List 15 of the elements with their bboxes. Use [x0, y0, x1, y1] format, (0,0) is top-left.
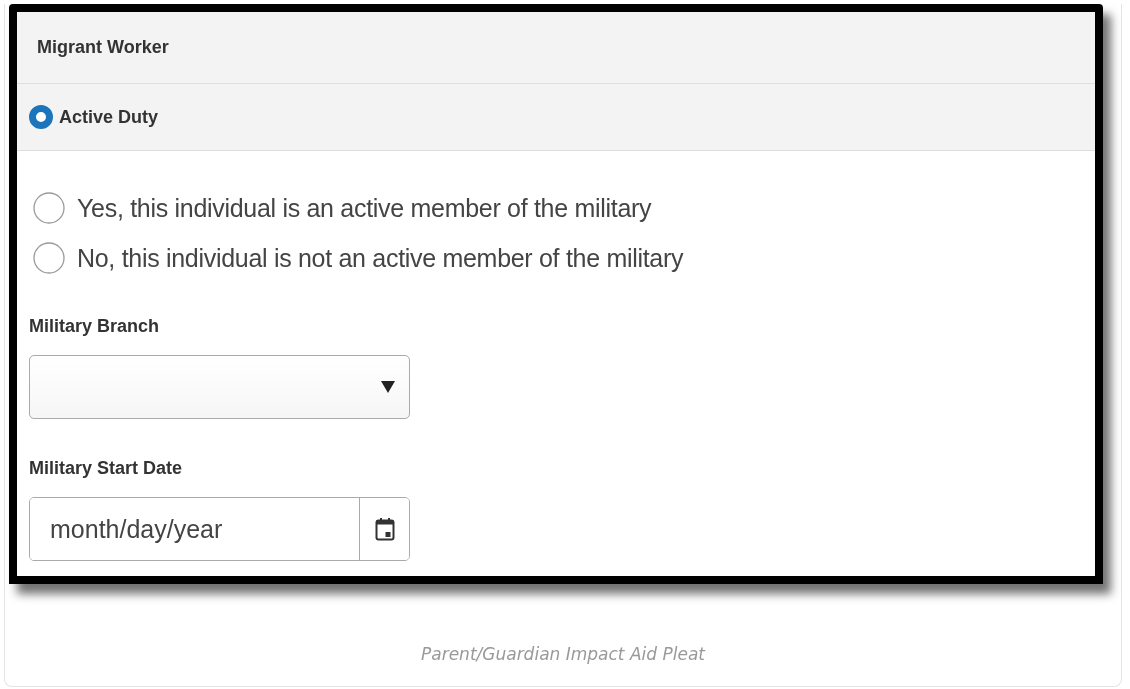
figure-caption: Parent/Guardian Impact Aid Pleat [421, 644, 705, 664]
calendar-button[interactable] [359, 498, 409, 560]
radio-label: Yes, this individual is an active member of the military [77, 193, 652, 223]
calendar-icon [374, 517, 395, 541]
date-field[interactable]: month/day/year [29, 497, 410, 561]
section-heading: Active Duty [59, 106, 159, 128]
radio-button[interactable] [33, 242, 65, 274]
radio-button[interactable] [29, 105, 53, 129]
radio-button[interactable] [33, 192, 65, 224]
caret-icon [381, 381, 395, 393]
radio-label: No, this individual is not an active member of the military [77, 243, 684, 273]
field-label: Military Branch [29, 315, 161, 338]
section-heading: Migrant Worker [37, 37, 169, 58]
field-label: Military Start Date [29, 457, 184, 480]
dropdown-field[interactable] [29, 355, 410, 419]
